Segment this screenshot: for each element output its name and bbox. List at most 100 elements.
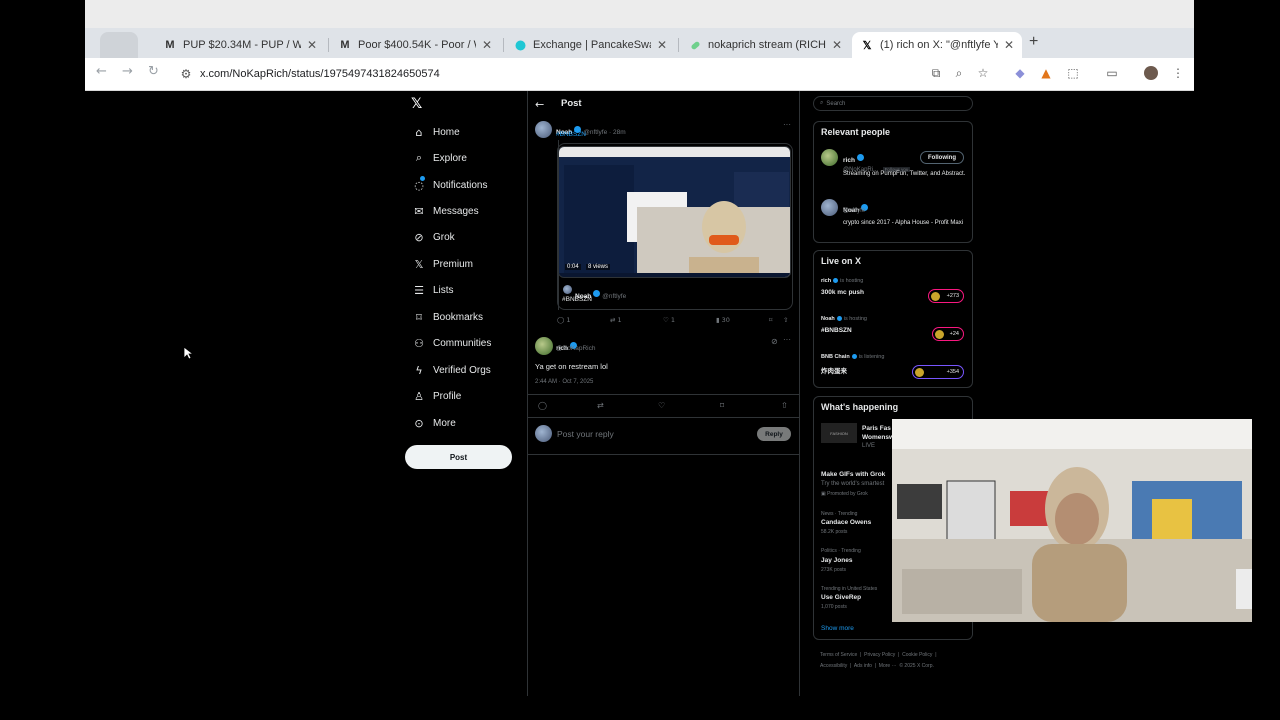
metamask-icon[interactable]: ▲ [1038, 65, 1054, 81]
reply-icon[interactable]: ◯ [538, 401, 547, 410]
tab-pumpfun[interactable]: nokaprich stream (RICH) - Pu ✕ [680, 32, 850, 58]
tab-pancakeswap[interactable]: Exchange | PancakeSwap ✕ [505, 32, 675, 58]
trend-title[interactable]: Make GIFs with Grok [821, 471, 885, 478]
trend-title[interactable]: Jay Jones [821, 557, 852, 564]
bookmark-star-icon[interactable]: ☆ [975, 65, 991, 81]
trend-title[interactable]: Candace Owens [821, 519, 871, 526]
back-arrow-icon[interactable]: ← [535, 98, 544, 111]
nav-item-more[interactable]: ⊙ More [412, 413, 455, 433]
post-timestamp[interactable]: 2:44 AM · Oct 7, 2025 [535, 379, 593, 385]
repost-icon[interactable]: ⇄ [597, 401, 604, 410]
post-button[interactable]: Post [405, 445, 512, 469]
forward-arrow-icon[interactable]: → [122, 64, 133, 79]
footer-link[interactable]: Terms of Service [820, 652, 857, 658]
avatar [915, 368, 924, 377]
share-icon[interactable]: ⇧ [783, 316, 788, 324]
profile-avatar-icon[interactable] [1143, 65, 1159, 81]
live-host[interactable]: Noah is hosting [821, 316, 867, 322]
extension-icon[interactable]: ◆ [1012, 65, 1028, 81]
pumpfun-icon [688, 38, 702, 52]
tab-poor[interactable]: M Poor $400.54K - Poor / WBNB ✕ [330, 32, 500, 58]
like-action[interactable]: ♡ 1 [663, 316, 675, 324]
avatar[interactable] [821, 149, 838, 166]
nav-item-explore[interactable]: ⌕ Explore [412, 148, 467, 168]
avatar [931, 292, 940, 301]
close-icon[interactable]: ✕ [307, 38, 317, 52]
nav-item-lists[interactable]: ☰ Lists [412, 280, 454, 300]
avatar[interactable] [563, 285, 572, 294]
site-settings-icon[interactable]: ⚙ [178, 66, 194, 82]
side-panel-icon[interactable]: ▭ [1104, 65, 1120, 81]
footer-link[interactable]: Cookie Policy [902, 652, 932, 658]
bookmark-icon[interactable]: ⌑ [720, 401, 724, 410]
live-host[interactable]: BNB Chain is listening [821, 354, 884, 360]
close-icon[interactable]: ✕ [832, 38, 842, 52]
nav-item-premium[interactable]: 𝕏 Premium [412, 254, 473, 274]
nav-item-bookmarks[interactable]: ⌑ Bookmarks [412, 307, 483, 327]
live-listeners-pill[interactable]: +24 [932, 327, 964, 341]
live-title[interactable]: 炸肉蛋来 [821, 365, 847, 375]
reload-icon[interactable]: ↻ [148, 64, 159, 79]
close-icon[interactable]: ✕ [1004, 38, 1014, 52]
live-listeners-pill[interactable]: +354 [912, 365, 964, 379]
reply-action[interactable]: ◯ 1 [557, 316, 571, 324]
nav-item-communities[interactable]: ⚇ Communities [412, 333, 491, 353]
avatar[interactable] [535, 337, 553, 355]
reply-input[interactable]: Post your reply [557, 429, 614, 439]
close-icon[interactable]: ✕ [657, 38, 667, 52]
footer-link[interactable]: Ads info [854, 663, 872, 669]
tab-x-post[interactable]: 𝕏 (1) rich on X: "@nftlyfe Ya get ✕ [852, 32, 1022, 58]
video-player[interactable]: 0:04 8 views [558, 146, 791, 278]
nav-item-verified-orgs[interactable]: ϟ Verified Orgs [412, 360, 490, 380]
footer-link[interactable]: Privacy Policy [864, 652, 895, 658]
coin-market-icon: M [340, 39, 350, 51]
extensions-puzzle-icon[interactable]: ⬚ [1065, 65, 1081, 81]
avatar[interactable] [821, 199, 838, 216]
divider [528, 394, 799, 395]
verified-badge-icon [593, 290, 601, 298]
x-logo-icon[interactable]: 𝕏 [411, 96, 422, 112]
search-input[interactable]: ⌕ Search [813, 96, 973, 111]
person-bio: Streaming on PumpFun, Twitter, and Abstr… [843, 171, 966, 177]
author-handle[interactable]: @nftlyfe · 28m [583, 129, 625, 136]
nav-item-grok[interactable]: ⊘ Grok [412, 227, 454, 247]
heart-icon[interactable]: ♡ [658, 401, 665, 410]
browser-menu-icon[interactable]: ⋮ [1170, 65, 1186, 81]
footer-link[interactable]: More ··· [879, 663, 897, 669]
trend-thumbnail[interactable]: FASHION [821, 423, 857, 443]
tab-group-icon[interactable] [100, 32, 138, 58]
author-handle[interactable]: @NoKapRich [556, 345, 595, 352]
back-arrow-icon[interactable]: ← [96, 64, 107, 79]
nav-item-home[interactable]: ⌂ Home [412, 122, 460, 142]
nav-item-profile[interactable]: ♙ Profile [412, 386, 461, 406]
person-handle[interactable]: @nftlyfe [843, 208, 865, 214]
reply-button[interactable]: Reply [757, 427, 791, 441]
more-options-icon[interactable]: ··· [783, 335, 791, 344]
new-tab-plus-icon[interactable]: + [1029, 33, 1038, 51]
zoom-icon[interactable]: ⌕ [951, 65, 967, 81]
hashtag-link[interactable]: #BNBSZN [556, 131, 586, 138]
share-icon[interactable]: ⇧ [781, 401, 788, 410]
install-app-icon[interactable]: ⧉ [928, 65, 944, 81]
following-button[interactable]: Following [920, 151, 964, 164]
trend-title[interactable]: Paris Fas [862, 425, 891, 432]
grok-explain-icon[interactable]: ⊘ [771, 337, 778, 346]
repost-action[interactable]: ⇄ 1 [610, 316, 622, 324]
address-bar-url[interactable]: x.com/NoKapRich/status/19754974318246505… [200, 68, 440, 80]
avatar[interactable] [535, 121, 552, 138]
bookmark-icon[interactable]: ⌑ [769, 316, 772, 324]
views-action[interactable]: ▮ 30 [716, 316, 730, 324]
close-icon[interactable]: ✕ [482, 38, 492, 52]
show-more-link[interactable]: Show more [821, 625, 854, 632]
more-options-icon[interactable]: ··· [783, 120, 791, 129]
trend-title[interactable]: Use GiveRep [821, 594, 861, 601]
nav-item-label: Communities [433, 337, 492, 349]
live-title[interactable]: #BNBSZN [821, 327, 852, 334]
footer-links: Terms of Service | Privacy Policy | Cook… [820, 652, 937, 669]
live-title[interactable]: 300k mc push [821, 289, 864, 296]
tab-pup[interactable]: M PUP $20.34M - PUP / WBNB ✕ [155, 32, 325, 58]
live-listeners-pill[interactable]: +273 [928, 289, 964, 303]
nav-item-messages[interactable]: ✉ Messages [412, 201, 478, 221]
live-host[interactable]: rich is hosting [821, 278, 863, 284]
footer-link[interactable]: Accessibility [820, 663, 847, 669]
